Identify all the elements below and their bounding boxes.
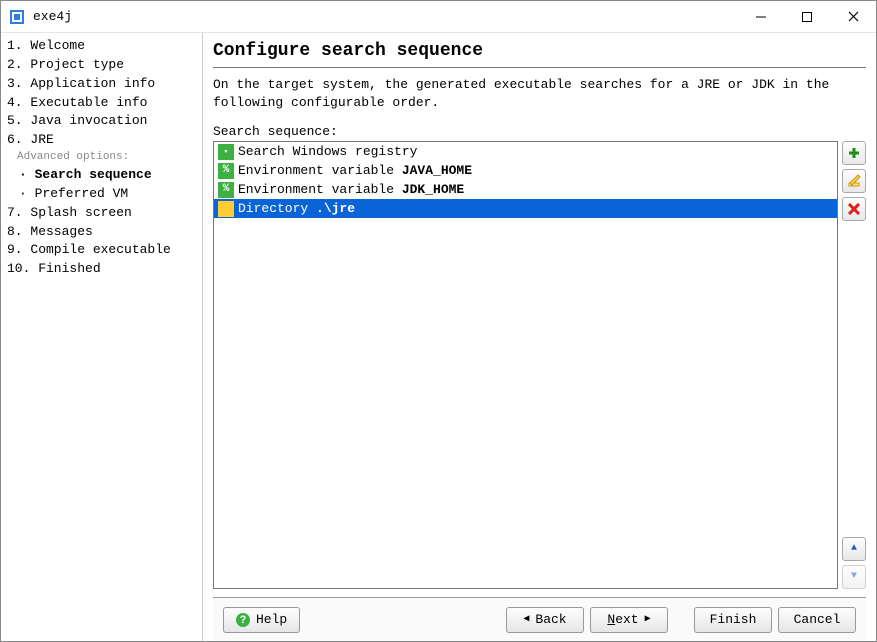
chevron-up-icon: ▲ xyxy=(851,544,857,554)
advanced-options-label: Advanced options: xyxy=(5,150,202,166)
main-panel: Configure search sequence On the target … xyxy=(203,33,876,641)
titlebar: exe4j xyxy=(1,1,876,33)
step-java-invocation[interactable]: 5. Java invocation xyxy=(5,112,202,131)
wizard-sidebar: 1. Welcome 2. Project type 3. Applicatio… xyxy=(1,33,203,641)
step-compile-executable[interactable]: 9. Compile executable xyxy=(5,241,202,260)
app-icon xyxy=(9,9,25,25)
triangle-left-icon: ◀ xyxy=(523,615,529,625)
wizard-footer: ? Help ◀ Back Next ▶ Finish Cancel xyxy=(213,597,866,641)
registry-icon xyxy=(218,144,234,160)
add-button[interactable] xyxy=(842,141,866,165)
step-finished[interactable]: 10. Finished xyxy=(5,260,202,279)
window-title: exe4j xyxy=(33,9,738,24)
step-splash-screen[interactable]: 7. Splash screen xyxy=(5,204,202,223)
help-icon: ? xyxy=(236,613,250,627)
triangle-right-icon: ▶ xyxy=(645,615,651,625)
search-sequence-list[interactable]: Search Windows registry Environment vari… xyxy=(213,141,838,589)
page-title: Configure search sequence xyxy=(213,39,866,68)
cancel-button-label: Cancel xyxy=(794,612,841,627)
help-button[interactable]: ? Help xyxy=(223,607,300,633)
page-description: On the target system, the generated exec… xyxy=(213,76,866,112)
folder-icon xyxy=(218,201,234,217)
app-window: exe4j 1. Welcome 2. Project type 3. Appl… xyxy=(0,0,877,642)
next-button-label: Next xyxy=(607,612,638,627)
step-welcome[interactable]: 1. Welcome xyxy=(5,37,202,56)
step-executable-info[interactable]: 4. Executable info xyxy=(5,94,202,113)
delete-button[interactable] xyxy=(842,197,866,221)
step-messages[interactable]: 8. Messages xyxy=(5,223,202,242)
back-button-label: Back xyxy=(535,612,566,627)
list-item-bold: JAVA_HOME xyxy=(402,163,472,178)
list-item-env-jdk-home[interactable]: Environment variable JDK_HOME xyxy=(214,180,837,199)
list-item-env-java-home[interactable]: Environment variable JAVA_HOME xyxy=(214,161,837,180)
list-toolbar: ▲ ▼ xyxy=(842,141,866,589)
step-jre[interactable]: 6. JRE xyxy=(5,131,202,150)
window-controls xyxy=(738,1,876,32)
finish-button-label: Finish xyxy=(710,612,757,627)
watermark: exe4j xyxy=(0,545,3,635)
list-item-prefix: Environment variable xyxy=(238,182,402,197)
cancel-button[interactable]: Cancel xyxy=(778,607,856,633)
list-item-prefix: Directory xyxy=(238,201,316,216)
next-button[interactable]: Next ▶ xyxy=(590,607,668,633)
step-project-type[interactable]: 2. Project type xyxy=(5,56,202,75)
substep-preferred-vm[interactable]: · Preferred VM xyxy=(5,185,202,204)
envvar-icon xyxy=(218,163,234,179)
chevron-down-icon: ▼ xyxy=(851,572,857,582)
help-button-label: Help xyxy=(256,612,287,627)
move-down-button[interactable]: ▼ xyxy=(842,565,866,589)
list-item-prefix: Environment variable xyxy=(238,163,402,178)
list-item-registry[interactable]: Search Windows registry xyxy=(214,142,837,161)
maximize-button[interactable] xyxy=(784,1,830,32)
substep-search-sequence[interactable]: · Search sequence xyxy=(5,166,202,185)
list-item-text: Directory .\jre xyxy=(238,201,355,216)
back-button[interactable]: ◀ Back xyxy=(506,607,584,633)
search-sequence-area: Search Windows registry Environment vari… xyxy=(213,141,866,589)
minimize-button[interactable] xyxy=(738,1,784,32)
list-item-directory-jre[interactable]: Directory .\jre xyxy=(214,199,837,218)
close-button[interactable] xyxy=(830,1,876,32)
envvar-icon xyxy=(218,182,234,198)
list-item-bold: JDK_HOME xyxy=(402,182,464,197)
list-item-text: Environment variable JDK_HOME xyxy=(238,182,464,197)
list-item-text: Environment variable JAVA_HOME xyxy=(238,163,472,178)
list-item-text: Search Windows registry xyxy=(238,144,417,159)
list-label: Search sequence: xyxy=(213,124,866,139)
move-up-button[interactable]: ▲ xyxy=(842,537,866,561)
finish-button[interactable]: Finish xyxy=(694,607,772,633)
body: 1. Welcome 2. Project type 3. Applicatio… xyxy=(1,33,876,641)
step-application-info[interactable]: 3. Application info xyxy=(5,75,202,94)
edit-button[interactable] xyxy=(842,169,866,193)
list-item-bold: .\jre xyxy=(316,201,355,216)
